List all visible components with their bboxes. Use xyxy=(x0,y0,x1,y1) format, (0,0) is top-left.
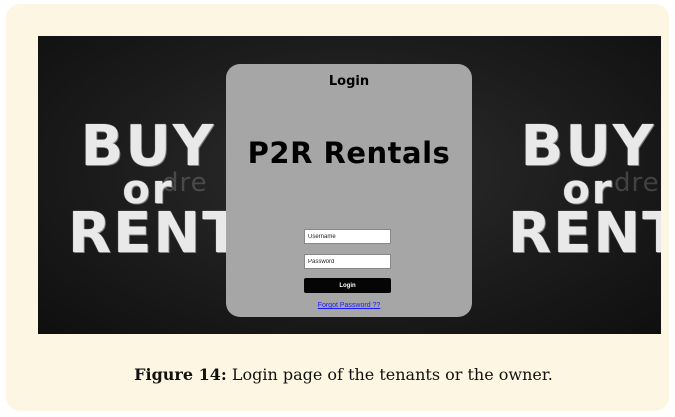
caption-label: Figure 14: xyxy=(134,365,227,384)
figure-frame: BUY or RENT dre BUY or RENT dre Login P2… xyxy=(6,4,669,411)
art-word-rent: RENT xyxy=(68,201,243,266)
brand-name: P2R Rentals xyxy=(247,136,451,170)
login-screenshot: BUY or RENT dre BUY or RENT dre Login P2… xyxy=(38,36,661,334)
art-word-buy: BUY xyxy=(80,114,216,179)
password-input[interactable] xyxy=(304,254,391,269)
figure-caption: Figure 14: Login page of the tenants or … xyxy=(6,365,675,384)
watermark-right: dre xyxy=(614,168,660,198)
forgot-password-link[interactable]: Forgot Password ?? xyxy=(226,302,472,309)
art-word-rent: RENT xyxy=(508,201,661,266)
login-card: Login P2R Rentals Login Forgot Password … xyxy=(226,64,472,317)
caption-text: Login page of the tenants or the owner. xyxy=(226,365,553,384)
art-word-buy: BUY xyxy=(520,114,656,179)
username-input[interactable] xyxy=(304,229,391,244)
watermark-left: dre xyxy=(162,168,208,198)
login-title: Login xyxy=(328,74,370,89)
login-button[interactable]: Login xyxy=(304,278,391,293)
